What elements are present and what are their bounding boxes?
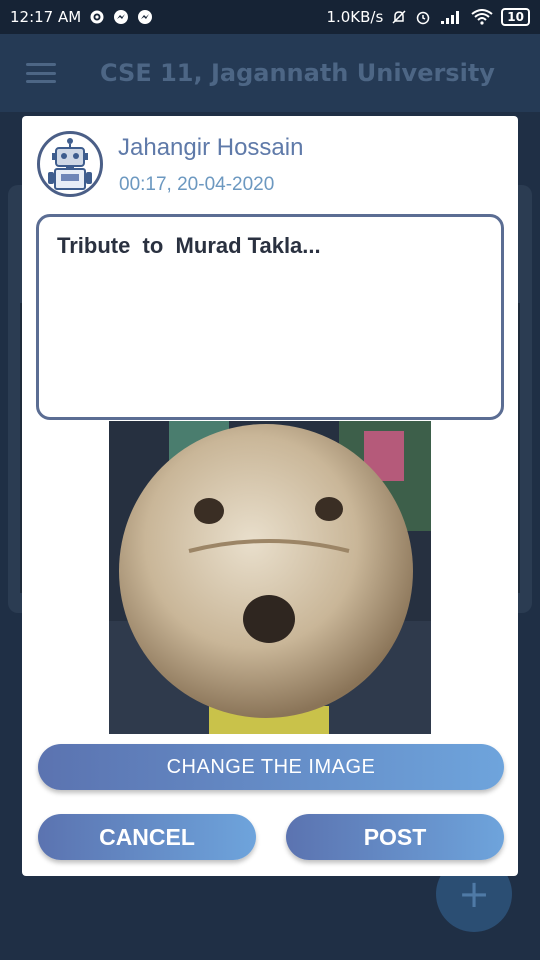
post-text-input[interactable]: Tribute to Murad Takla... [36,214,504,420]
status-left: 12:17 AM [10,8,153,26]
create-post-dialog: Jahangir Hossain 00:17, 20-04-2020 Tribu… [22,116,518,876]
messenger-icon [137,9,153,25]
app-bar: CSE 11, Jagannath University [0,34,540,112]
post-button[interactable]: POST [286,814,504,860]
post-timestamp: 00:17, 20-04-2020 [119,174,275,195]
status-bar: 12:17 AM 1.0KB/s 10 [0,0,540,34]
bell-off-icon [391,9,407,25]
hamburger-menu-icon[interactable] [26,63,56,83]
author-name: Jahangir Hossain [118,134,304,161]
change-image-button[interactable]: CHANGE THE IMAGE [38,744,504,790]
gear-icon [89,9,105,25]
battery-icon: 10 [501,8,530,26]
post-image [109,421,431,734]
status-time: 12:17 AM [10,8,82,26]
network-speed: 1.0KB/s [326,8,384,26]
app-title: CSE 11, Jagannath University [100,59,495,87]
status-right: 1.0KB/s 10 [326,8,530,26]
wifi-icon [471,9,493,25]
robot-avatar-icon [48,138,92,190]
alarm-icon [415,9,431,25]
cancel-button[interactable]: CANCEL [38,814,256,860]
plus-icon: + [458,872,490,916]
signal-icon [439,9,463,25]
messenger-icon [113,9,129,25]
avatar [37,131,103,197]
